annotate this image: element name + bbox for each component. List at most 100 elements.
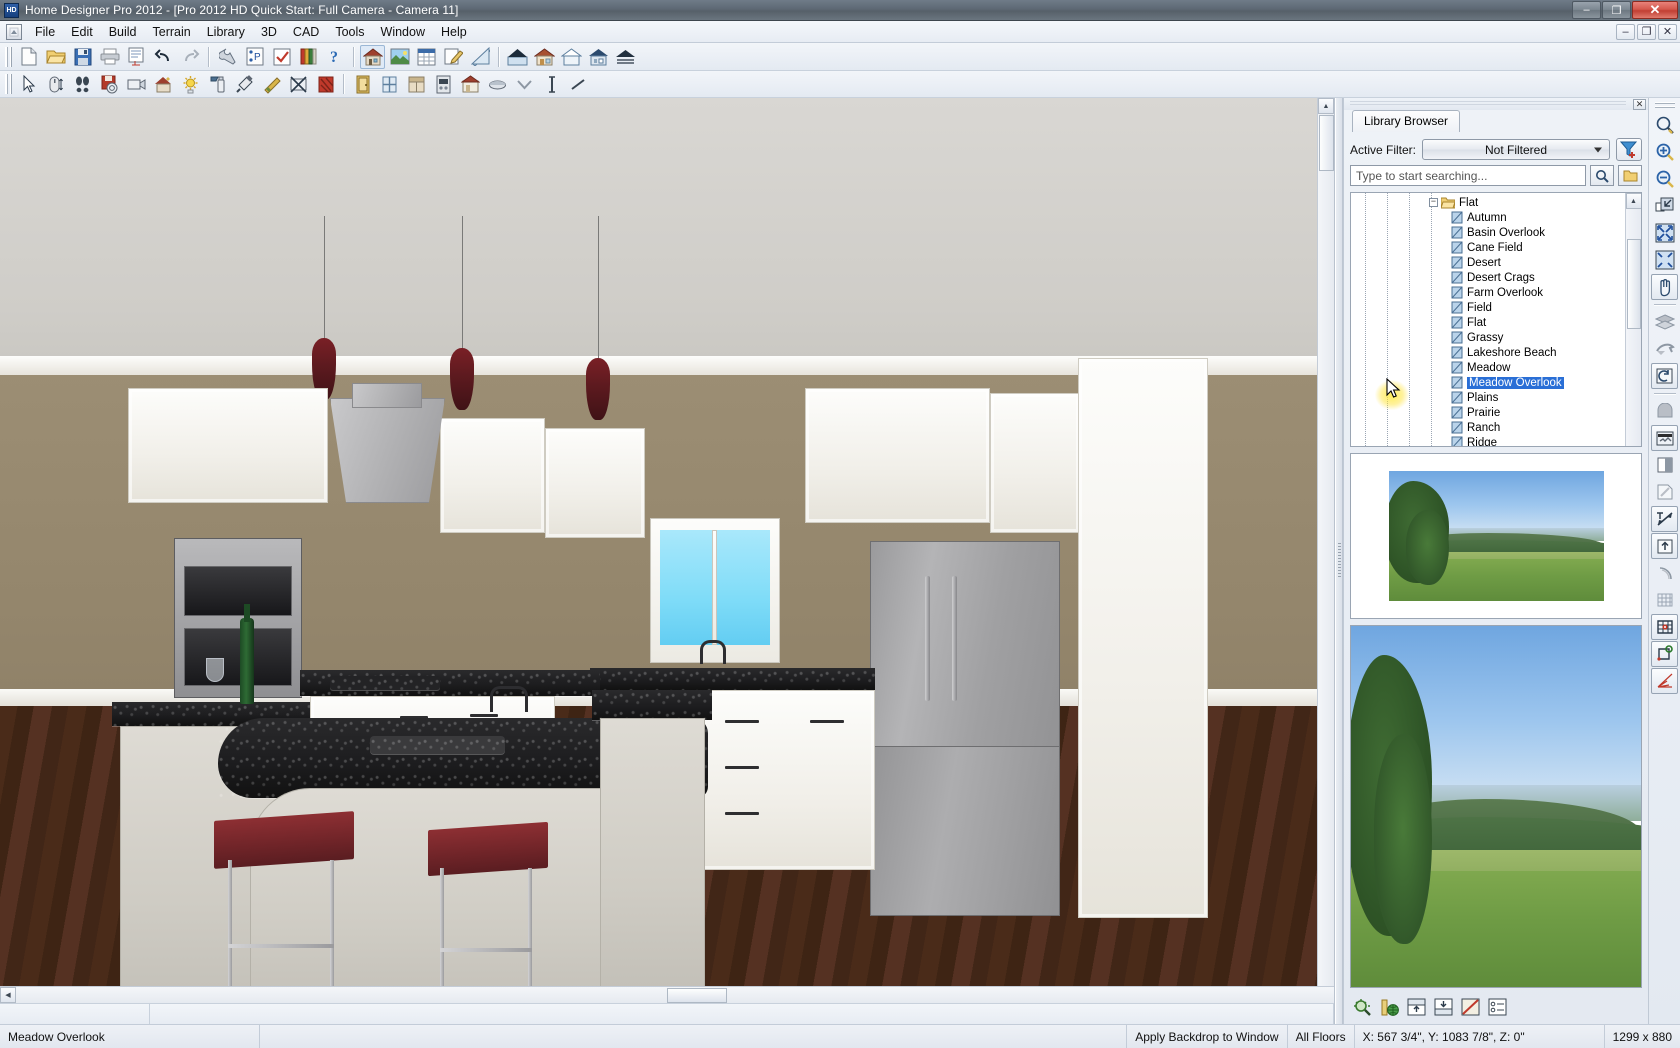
room-icon[interactable] <box>458 72 483 96</box>
deck-icon[interactable] <box>613 45 638 69</box>
scroll-left-arrow[interactable]: ◀ <box>0 987 16 1003</box>
panel-splitter[interactable] <box>1335 98 1343 1024</box>
framing-icon[interactable] <box>559 45 584 69</box>
menu-terrain[interactable]: Terrain <box>145 22 199 42</box>
scroll-thumb-horizontal[interactable] <box>667 988 727 1003</box>
menu-window[interactable]: Window <box>373 22 433 42</box>
search-library-icon[interactable] <box>1350 996 1375 1019</box>
viewport-scrollbar-horizontal[interactable]: ◀ <box>0 986 1334 1003</box>
upper-cabinet-right-2[interactable] <box>990 393 1080 533</box>
delete-object-icon[interactable] <box>1651 479 1678 505</box>
appliance-icon[interactable] <box>431 72 456 96</box>
zoom-extents-icon[interactable] <box>1651 247 1678 273</box>
library-item-farm-overlook[interactable]: Farm Overlook <box>1351 285 1625 300</box>
zoom-tool-icon[interactable] <box>1651 112 1678 138</box>
menu-help[interactable]: Help <box>433 22 475 42</box>
shadow-icon[interactable] <box>1651 452 1678 478</box>
mdi-restore-button[interactable]: ❐ <box>1637 24 1656 40</box>
update-library-icon[interactable] <box>1377 996 1402 1019</box>
fill-window-building-icon[interactable] <box>1651 220 1678 246</box>
island-sink[interactable] <box>370 736 505 754</box>
close-button[interactable]: ✕ <box>1632 1 1678 19</box>
arc-icon[interactable] <box>1651 560 1678 586</box>
library-item-flat[interactable]: Flat <box>1351 315 1625 330</box>
menu-tools[interactable]: Tools <box>327 22 372 42</box>
library-browser-icon[interactable] <box>296 45 321 69</box>
door-icon[interactable] <box>350 72 375 96</box>
island-base-right[interactable] <box>600 718 705 986</box>
select-arrow-icon[interactable] <box>16 72 41 96</box>
materials-list-icon[interactable] <box>414 45 439 69</box>
maximize-button[interactable]: ❐ <box>1602 1 1631 19</box>
house-view-icon[interactable] <box>360 45 385 69</box>
object-snap-icon[interactable] <box>1651 641 1678 667</box>
tree-folder-flat[interactable]: − Flat <box>1351 195 1625 210</box>
cooktop[interactable] <box>330 676 440 690</box>
edit-materials-icon[interactable] <box>441 45 466 69</box>
grid-icon[interactable] <box>1651 587 1678 613</box>
roof-plan-icon[interactable] <box>505 45 530 69</box>
ruler-icon[interactable] <box>468 45 493 69</box>
zoom-in-icon[interactable] <box>1651 139 1678 165</box>
library-item-ranch[interactable]: Ranch <box>1351 420 1625 435</box>
library-item-prairie[interactable]: Prairie <box>1351 405 1625 420</box>
render-house-icon[interactable] <box>151 72 176 96</box>
scroll-up-arrow[interactable]: ▲ <box>1318 98 1334 114</box>
view-toolbar-grip[interactable] <box>1655 102 1675 109</box>
mouse-orbit-icon[interactable] <box>43 72 68 96</box>
menu-file[interactable]: File <box>27 22 63 42</box>
layers-icon[interactable] <box>1651 309 1678 335</box>
delete-surface-icon[interactable] <box>286 72 311 96</box>
range-hood[interactable] <box>330 398 445 503</box>
library-item-lakeshore-beach[interactable]: Lakeshore Beach <box>1351 345 1625 360</box>
3d-viewport[interactable]: ▲ <box>0 98 1334 986</box>
toolbar-grip[interactable] <box>5 47 12 67</box>
folder-open-icon[interactable] <box>1618 165 1642 186</box>
plan-defaults-icon[interactable]: P <box>242 45 267 69</box>
redo-icon[interactable] <box>178 45 203 69</box>
open-plan-icon[interactable] <box>43 45 68 69</box>
dimension-arrow-icon[interactable] <box>1651 506 1678 532</box>
menu-3d[interactable]: 3D <box>253 22 285 42</box>
upper-cabinet-left-2[interactable] <box>440 418 545 533</box>
sun-angle-icon[interactable] <box>178 72 203 96</box>
tree-scrollbar[interactable]: ▲ <box>1625 193 1641 446</box>
chevron-down-icon[interactable] <box>512 72 537 96</box>
collapse-icon[interactable]: − <box>1429 198 1438 207</box>
print-preview-icon[interactable] <box>124 45 149 69</box>
material-painter-icon[interactable] <box>259 72 284 96</box>
light-icon[interactable] <box>205 72 230 96</box>
library-panel-close-button[interactable]: ✕ <box>1633 99 1646 110</box>
library-item-meadow-overlook[interactable]: Meadow Overlook <box>1351 375 1625 390</box>
library-item-cane-field[interactable]: Cane Field <box>1351 240 1625 255</box>
previous-view-icon[interactable] <box>1651 336 1678 362</box>
base-cabinets-back[interactable] <box>700 690 875 870</box>
upper-cabinet-left-3[interactable] <box>545 428 645 538</box>
panel-bottom-icon[interactable] <box>1431 996 1456 1019</box>
texture-icon[interactable] <box>313 72 338 96</box>
search-icon[interactable] <box>1590 165 1614 186</box>
island-faucet[interactable] <box>490 686 528 712</box>
pendant-light-3[interactable] <box>586 358 610 420</box>
mdi-close-button[interactable]: ✕ <box>1658 24 1677 40</box>
help-icon[interactable]: ? <box>323 45 348 69</box>
secondary-toolbar-grip[interactable] <box>5 74 12 94</box>
document-icon[interactable] <box>6 24 22 40</box>
foundation-icon[interactable] <box>586 45 611 69</box>
window-icon[interactable] <box>377 72 402 96</box>
upper-cabinet-right[interactable] <box>805 388 990 523</box>
search-input[interactable]: Type to start searching... <box>1350 165 1586 186</box>
mdi-minimize-button[interactable]: – <box>1616 24 1635 40</box>
cabinet-icon[interactable] <box>404 72 429 96</box>
upper-cabinet-left[interactable] <box>128 388 328 503</box>
column-icon[interactable] <box>539 72 564 96</box>
tree-scroll-thumb[interactable] <box>1627 239 1641 329</box>
add-filter-icon[interactable] <box>1616 138 1642 161</box>
viewport-scrollbar-vertical[interactable]: ▲ <box>1317 98 1334 986</box>
back-faucet[interactable] <box>700 640 726 664</box>
library-item-desert-crags[interactable]: Desert Crags <box>1351 270 1625 285</box>
tree-scroll-up-arrow[interactable]: ▲ <box>1626 193 1642 209</box>
tab-library-browser[interactable]: Library Browser <box>1352 110 1460 132</box>
walkthrough-icon[interactable] <box>70 72 95 96</box>
fridge-freezer-drawer[interactable] <box>870 746 1060 916</box>
